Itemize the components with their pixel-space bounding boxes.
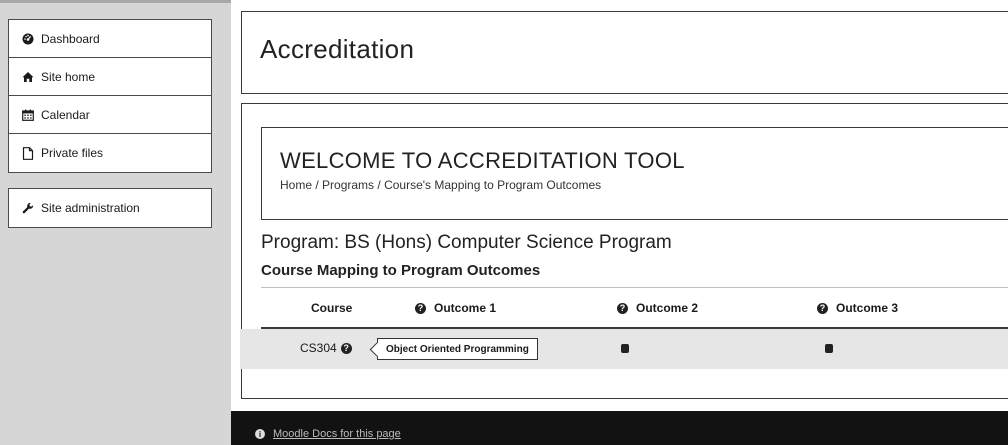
column-header-outcome-3: ? Outcome 3 <box>817 301 898 315</box>
home-icon <box>21 70 35 84</box>
column-label: Outcome 3 <box>836 301 899 315</box>
page-title: Accreditation <box>260 34 415 64</box>
sidebar-item-label: Private files <box>41 146 104 160</box>
sidebar: Dashboard Site home Calendar Private fil… <box>0 0 231 445</box>
breadcrumb: Home / Programs / Course's Mapping to Pr… <box>280 178 601 192</box>
help-icon[interactable]: ? <box>817 302 828 314</box>
column-label: Outcome 1 <box>434 301 497 315</box>
program-name: BS (Hons) Computer Science Program <box>344 232 672 253</box>
sidebar-item-label: Dashboard <box>41 31 100 46</box>
help-icon[interactable]: ? <box>340 342 352 354</box>
info-icon: i <box>255 429 265 439</box>
breadcrumb-programs[interactable]: Programs <box>322 178 374 192</box>
sidebar-item-site-administration[interactable]: Site administration <box>9 189 211 227</box>
sidebar-item-dashboard[interactable]: Dashboard <box>9 20 211 58</box>
admin-menu: Site administration <box>8 188 212 228</box>
page-header: Accreditation <box>241 11 1008 94</box>
sidebar-item-label: Site administration <box>41 201 140 215</box>
outcome-1-checkbox[interactable] <box>621 344 629 353</box>
calendar-icon <box>21 108 35 122</box>
sidebar-item-site-home[interactable]: Site home <box>9 58 211 96</box>
table-header: Course ? Outcome 1 ? Outcome 2 ? Outcome… <box>261 287 1008 329</box>
course-code: CS304 <box>300 341 337 355</box>
sidebar-item-label: Calendar <box>41 107 90 122</box>
breadcrumb-separator: / <box>312 178 323 192</box>
program-label: Program: <box>261 232 340 253</box>
sidebar-item-calendar[interactable]: Calendar <box>9 96 211 134</box>
welcome-box: WELCOME TO ACCREDITATION TOOL Home / Pro… <box>261 127 1008 220</box>
outcome-2-checkbox[interactable] <box>825 344 833 353</box>
program-line: Program: BS (Hons) Computer Science Prog… <box>261 232 672 254</box>
column-header-outcome-1: ? Outcome 1 <box>415 301 496 315</box>
footer-docs-link[interactable]: i Moodle Docs for this page <box>255 428 401 440</box>
mapping-heading: Course Mapping to Program Outcomes <box>261 262 541 279</box>
help-icon[interactable]: ? <box>617 302 628 314</box>
sidebar-top-border <box>0 0 231 3</box>
dashboard-icon <box>21 32 35 46</box>
help-icon[interactable]: ? <box>415 302 426 314</box>
table-row: CS304 ? Object Oriented Programming <box>240 329 1008 369</box>
breadcrumb-current: Course's Mapping to Program Outcomes <box>384 178 602 192</box>
breadcrumb-separator: / <box>374 178 385 192</box>
sidebar-item-private-files[interactable]: Private files <box>9 134 211 172</box>
column-header-outcome-2: ? Outcome 2 <box>617 301 698 315</box>
file-icon <box>21 146 35 160</box>
course-tooltip: Object Oriented Programming <box>377 338 538 360</box>
tooltip-text: Object Oriented Programming <box>386 343 529 355</box>
column-header-course: Course <box>311 301 352 315</box>
welcome-title: WELCOME TO ACCREDITATION TOOL <box>280 148 685 173</box>
footer: i Moodle Docs for this page <box>231 411 1008 445</box>
main-region: Accreditation WELCOME TO ACCREDITATION T… <box>231 0 1008 445</box>
sidebar-item-label: Site home <box>41 69 96 84</box>
column-label: Course <box>311 301 353 315</box>
sidebar-bottom <box>0 411 231 445</box>
wrench-icon <box>21 201 35 215</box>
nav-menu: Dashboard Site home Calendar Private fil… <box>8 19 212 173</box>
breadcrumb-home[interactable]: Home <box>280 178 312 192</box>
footer-link-text: Moodle Docs for this page <box>273 428 401 440</box>
content-card: WELCOME TO ACCREDITATION TOOL Home / Pro… <box>240 103 1008 399</box>
course-cell: CS304 ? <box>300 341 352 355</box>
column-label: Outcome 2 <box>636 301 699 315</box>
